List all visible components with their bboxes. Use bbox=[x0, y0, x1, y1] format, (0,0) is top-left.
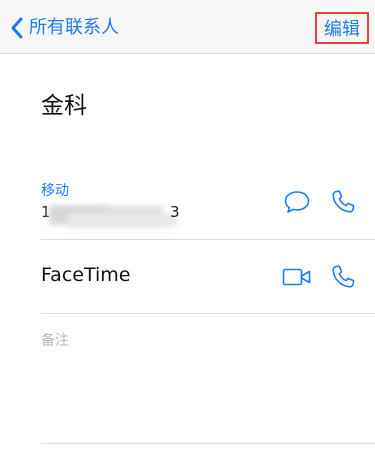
call-button[interactable] bbox=[328, 187, 358, 217]
chevron-left-icon bbox=[11, 17, 23, 39]
divider bbox=[41, 239, 375, 240]
video-camera-icon bbox=[282, 268, 311, 286]
contact-name: 金科 bbox=[41, 93, 87, 119]
divider bbox=[41, 443, 375, 444]
notes-field[interactable]: 备注 bbox=[41, 330, 69, 350]
facetime-label: FaceTime bbox=[41, 264, 131, 286]
phone-icon bbox=[332, 190, 355, 213]
divider bbox=[41, 313, 375, 314]
facetime-audio-button[interactable] bbox=[328, 262, 358, 292]
back-label: 所有联系人 bbox=[29, 17, 119, 38]
back-button[interactable]: 所有联系人 bbox=[10, 13, 119, 43]
message-bubble-icon bbox=[284, 191, 310, 213]
phone-type-label: 移动 bbox=[41, 183, 69, 199]
edit-button[interactable]: 编辑 bbox=[315, 12, 369, 44]
facetime-video-button[interactable] bbox=[282, 262, 312, 292]
navigation-bar: 所有联系人 编辑 bbox=[0, 0, 375, 54]
phone-number[interactable]: 1 3 bbox=[41, 203, 191, 229]
message-button[interactable] bbox=[282, 187, 312, 217]
redaction-blur bbox=[67, 213, 177, 227]
phone-number-end: 3 bbox=[170, 203, 180, 221]
phone-icon bbox=[332, 265, 355, 288]
